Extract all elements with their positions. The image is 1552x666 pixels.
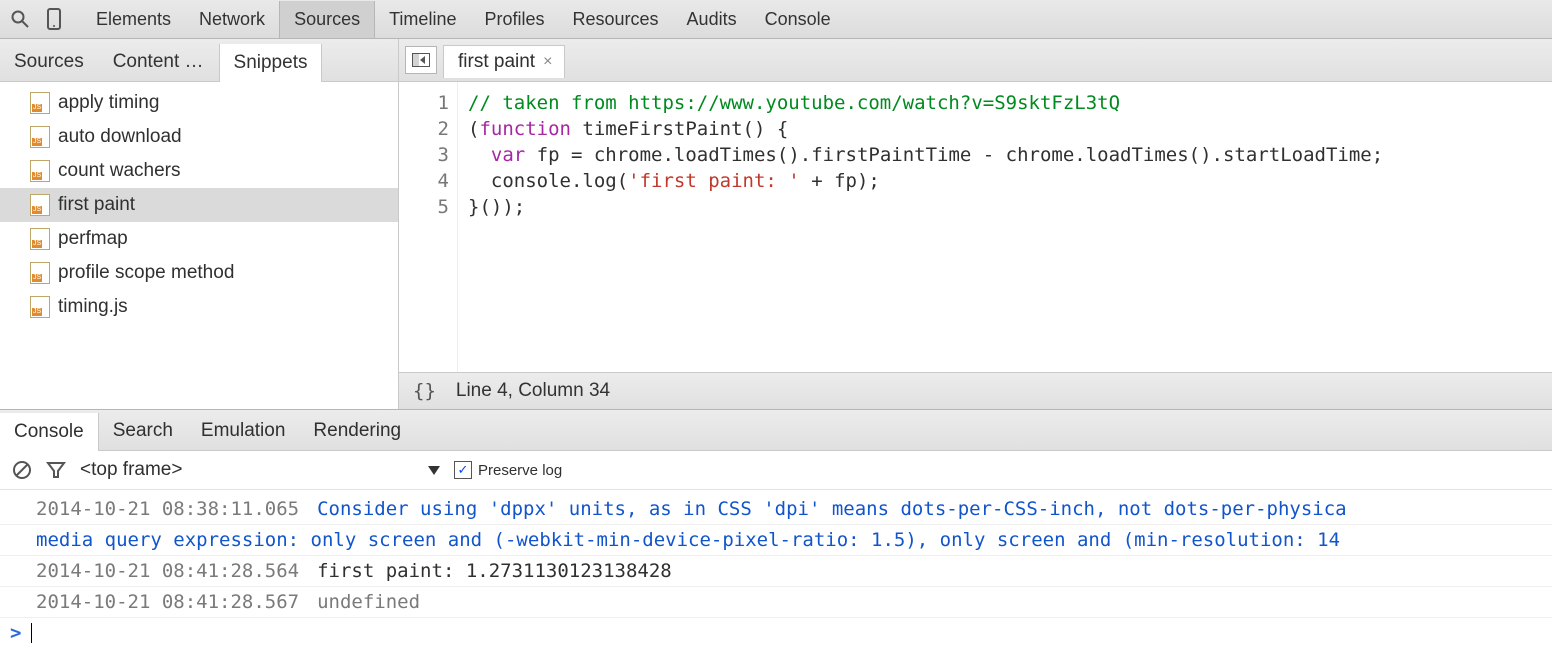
device-mode-icon[interactable] [40, 5, 68, 33]
message-text: Consider using 'dppx' units, as in CSS '… [317, 494, 1552, 524]
js-file-icon [30, 126, 50, 148]
snippet-item[interactable]: auto download [0, 120, 398, 154]
navigator-tab-content-[interactable]: Content … [99, 43, 219, 81]
tab-network[interactable]: Network [185, 1, 279, 38]
tab-resources[interactable]: Resources [559, 1, 673, 38]
text-caret [31, 623, 32, 643]
console-toolbar: <top frame> ✓ Preserve log [0, 451, 1552, 490]
frame-selector-label: <top frame> [80, 459, 182, 481]
tab-sources[interactable]: Sources [279, 1, 375, 38]
sources-panel: SourcesContent …Snippets apply timing aut… [0, 39, 1552, 409]
navigator-tab-snippets[interactable]: Snippets [219, 44, 323, 82]
message-text: first paint: 1.2731130123138428 [317, 556, 1552, 586]
tab-elements[interactable]: Elements [82, 1, 185, 38]
preserve-log-label: Preserve log [478, 462, 562, 479]
js-file-icon [30, 228, 50, 250]
snippet-label: first paint [58, 194, 135, 216]
code-editor[interactable]: 12345 // taken from https://www.youtube.… [399, 82, 1552, 372]
snippet-item[interactable]: timing.js [0, 290, 398, 324]
navigator-pane: SourcesContent …Snippets apply timing aut… [0, 39, 399, 409]
navigator-tab-sources[interactable]: Sources [0, 43, 99, 81]
clear-console-icon[interactable] [12, 460, 32, 480]
drawer-tab-search[interactable]: Search [99, 412, 187, 450]
js-file-icon [30, 194, 50, 216]
editor-tabbar: first paint × [399, 39, 1552, 82]
code-content[interactable]: // taken from https://www.youtube.com/wa… [458, 82, 1552, 372]
console-output: 2014-10-21 08:38:11.065 Consider using 'd… [0, 490, 1552, 618]
console-message: 2014-10-21 08:38:11.065 Consider using 'd… [0, 494, 1552, 525]
chevron-down-icon [428, 466, 440, 475]
search-icon[interactable] [6, 5, 34, 33]
tab-profiles[interactable]: Profiles [470, 1, 558, 38]
toggle-navigator-icon[interactable] [405, 46, 437, 74]
tab-timeline[interactable]: Timeline [375, 1, 470, 38]
console-message: 2014-10-21 08:41:28.564 first paint: 1.27… [0, 556, 1552, 587]
devtools-top-toolbar: ElementsNetworkSourcesTimelineProfilesRe… [0, 0, 1552, 39]
drawer-tab-rendering[interactable]: Rendering [299, 412, 415, 450]
snippet-label: count wachers [58, 160, 181, 182]
message-text: undefined [317, 587, 1552, 617]
js-file-icon [30, 262, 50, 284]
js-file-icon [30, 296, 50, 318]
snippet-item[interactable]: profile scope method [0, 256, 398, 290]
navigator-tabs: SourcesContent …Snippets [0, 39, 398, 82]
js-file-icon [30, 92, 50, 114]
prompt-icon: > [10, 622, 21, 644]
drawer-tab-console[interactable]: Console [0, 413, 99, 451]
message-timestamp: 2014-10-21 08:41:28.564 [36, 556, 299, 586]
message-timestamp: 2014-10-21 08:41:28.567 [36, 587, 299, 617]
snippet-label: profile scope method [58, 262, 234, 284]
editor-tab-first-paint[interactable]: first paint × [443, 45, 565, 78]
main-tabbar: ElementsNetworkSourcesTimelineProfilesRe… [82, 0, 845, 38]
checkbox-icon[interactable]: ✓ [454, 461, 472, 479]
snippet-label: perfmap [58, 228, 128, 250]
close-icon[interactable]: × [543, 53, 552, 71]
js-file-icon [30, 160, 50, 182]
editor-tab-label: first paint [458, 51, 535, 73]
pretty-print-icon[interactable]: {} [413, 380, 436, 402]
tab-audits[interactable]: Audits [673, 1, 751, 38]
snippet-label: apply timing [58, 92, 159, 114]
tab-console[interactable]: Console [751, 1, 845, 38]
console-message: 2014-10-21 08:41:28.567 undefined [0, 587, 1552, 618]
console-prompt[interactable]: > [0, 618, 1552, 644]
drawer-tabbar: ConsoleSearchEmulationRendering [0, 409, 1552, 451]
preserve-log-toggle[interactable]: ✓ Preserve log [454, 461, 562, 479]
snippet-item[interactable]: count wachers [0, 154, 398, 188]
message-text: media query expression: only screen and … [36, 525, 1552, 555]
snippet-label: timing.js [58, 296, 128, 318]
snippet-item[interactable]: perfmap [0, 222, 398, 256]
filter-icon[interactable] [46, 460, 66, 480]
snippet-list: apply timing auto download count wachers fi… [0, 82, 398, 409]
message-timestamp: 2014-10-21 08:38:11.065 [36, 494, 299, 524]
cursor-position: Line 4, Column 34 [456, 380, 610, 402]
editor-pane: first paint × 12345 // taken from https:… [399, 39, 1552, 409]
console-message: media query expression: only screen and … [0, 525, 1552, 556]
snippet-label: auto download [58, 126, 182, 148]
line-gutter: 12345 [399, 82, 458, 372]
snippet-item[interactable]: first paint [0, 188, 398, 222]
drawer-tab-emulation[interactable]: Emulation [187, 412, 300, 450]
snippet-item[interactable]: apply timing [0, 86, 398, 120]
frame-selector[interactable]: <top frame> [80, 459, 440, 481]
editor-status-bar: {} Line 4, Column 34 [399, 372, 1552, 409]
